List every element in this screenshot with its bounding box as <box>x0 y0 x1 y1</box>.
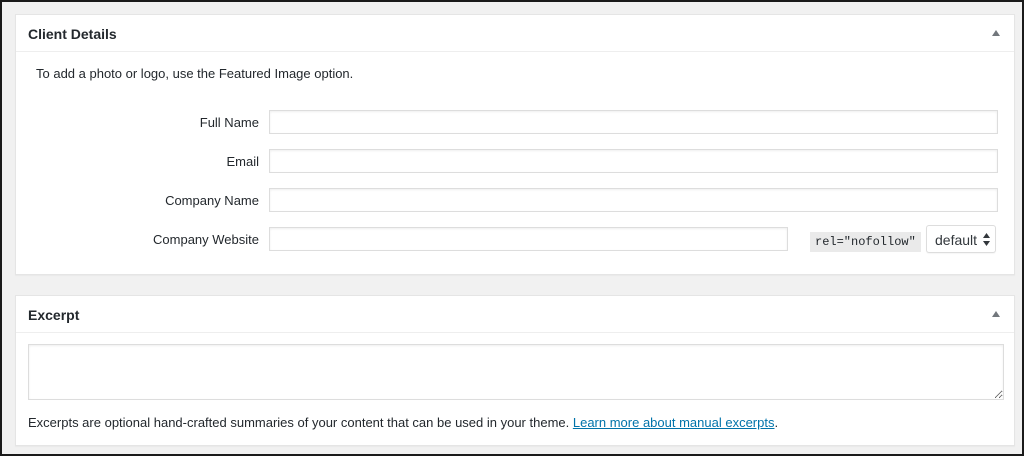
client-details-header[interactable]: Client Details <box>16 15 1014 52</box>
excerpt-title: Excerpt <box>28 307 80 323</box>
manual-excerpts-link[interactable]: Learn more about manual excerpts <box>573 415 775 430</box>
company-website-label: Company Website <box>153 232 259 247</box>
excerpt-help-suffix: . <box>774 415 779 430</box>
email-label: Email <box>226 154 259 169</box>
email-input[interactable] <box>269 149 998 173</box>
rel-nofollow-code: rel="nofollow" <box>810 232 921 252</box>
full-name-input[interactable] <box>269 110 998 134</box>
excerpt-help-description: Excerpts are optional hand-crafted summa… <box>28 415 573 430</box>
excerpt-panel: Excerpt Excerpts are optional hand-craft… <box>15 295 1015 446</box>
rel-select[interactable]: default <box>926 225 996 253</box>
excerpt-help-text: Excerpts are optional hand-crafted summa… <box>28 415 778 430</box>
rel-select-value: default <box>935 232 978 248</box>
excerpt-header[interactable]: Excerpt <box>16 296 1014 333</box>
client-details-intro: To add a photo or logo, use the Featured… <box>36 66 354 81</box>
updown-arrows-icon <box>983 233 990 246</box>
client-details-panel: Client Details To add a photo or logo, u… <box>15 14 1015 275</box>
company-name-input[interactable] <box>269 188 998 212</box>
full-name-label: Full Name <box>199 115 259 130</box>
company-name-label: Company Name <box>165 193 259 208</box>
excerpt-textarea[interactable] <box>28 344 1004 400</box>
collapse-toggle-icon[interactable] <box>992 30 1000 36</box>
collapse-toggle-icon[interactable] <box>992 311 1000 317</box>
company-website-input[interactable] <box>269 227 788 251</box>
client-details-title: Client Details <box>28 26 117 42</box>
